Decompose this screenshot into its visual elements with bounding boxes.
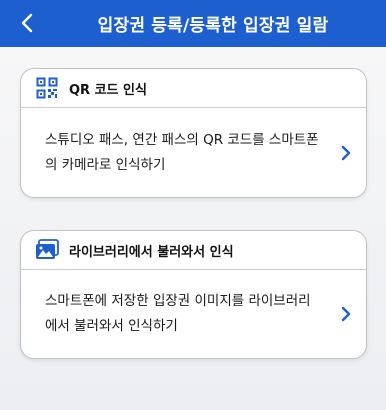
chevron-left-icon: [21, 13, 33, 33]
card-description: 스마트폰에 저장한 입장권 이미지를 라이브러리에서 불러와서 인식하기: [45, 293, 311, 334]
photo-library-icon: [35, 238, 59, 262]
card-header: 라이브러리에서 불러와서 인식: [21, 231, 366, 270]
header-bar: 입장권 등록/등록한 입장권 일람: [0, 0, 386, 47]
page-title: 입장권 등록/등록한 입장권 일람: [97, 16, 329, 36]
card-description: 스튜디오 패스, 연간 패스의 QR 코드를 스마트폰의 카메라로 인식하기: [45, 131, 319, 173]
card-header: QR 코드 인식: [21, 69, 366, 108]
chevron-right-icon: [341, 145, 351, 160]
library-import-card[interactable]: 라이브러리에서 불러와서 인식 스마트폰에 저장한 입장권 이미지를 라이브러리…: [20, 230, 367, 359]
main-content: QR 코드 인식 스튜디오 패스, 연간 패스의 QR 코드를 스마트폰의 카메…: [0, 47, 386, 410]
card-body: 스튜디오 패스, 연간 패스의 QR 코드를 스마트폰의 카메라로 인식하기: [21, 108, 366, 197]
card-title: QR 코드 인식: [69, 82, 147, 98]
qr-scan-card[interactable]: QR 코드 인식 스튜디오 패스, 연간 패스의 QR 코드를 스마트폰의 카메…: [20, 68, 367, 198]
chevron-right-icon: [341, 306, 351, 322]
card-title: 라이브러리에서 불러와서 인식: [69, 244, 234, 260]
back-button[interactable]: [12, 8, 42, 38]
card-body: 스마트폰에 저장한 입장권 이미지를 라이브러리에서 불러와서 인식하기: [21, 270, 366, 358]
qr-code-icon: [35, 76, 59, 100]
